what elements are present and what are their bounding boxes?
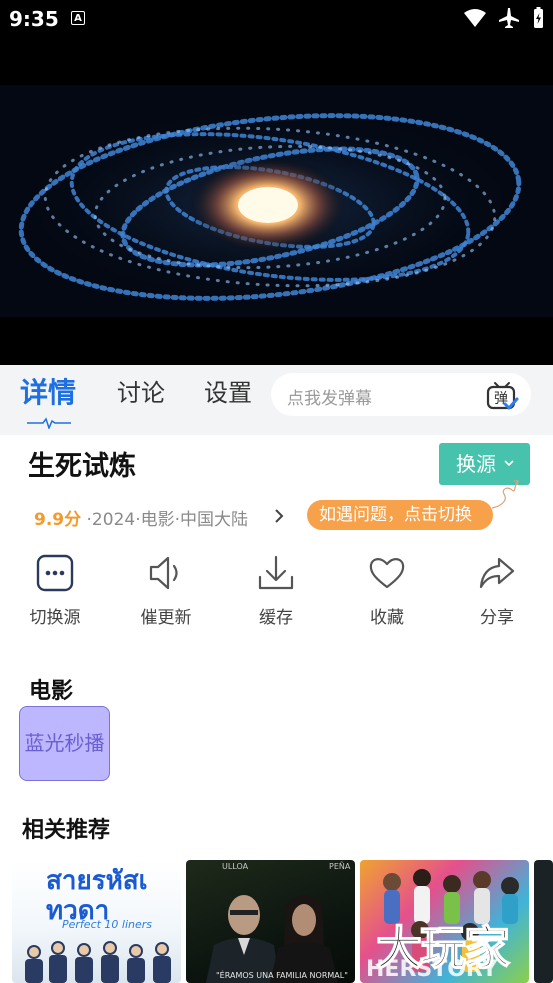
action-label: 缓存 [259, 608, 293, 628]
recommendation-poster[interactable] [534, 860, 553, 983]
curl-arrow-decoration [491, 480, 519, 509]
watermark-overlay: 大玩家 [375, 920, 511, 976]
download-icon [258, 555, 294, 590]
video-player[interactable] [0, 85, 553, 317]
chevron-down-icon [504, 460, 514, 467]
recommendation-poster[interactable]: สายรหัสเทวดา Perfect 10 liners [12, 860, 181, 983]
status-time: 9:35 [9, 7, 59, 31]
switch-tip-text: 如遇问题，点击切换 [319, 505, 472, 525]
action-cache[interactable]: 缓存 [236, 553, 316, 628]
poster-1-subtitle: Perfect 10 liners [62, 918, 153, 931]
danmu-placeholder: 点我发弹幕 [287, 389, 372, 409]
active-tab-indicator [27, 417, 71, 429]
recommendations-heading: 相关推荐 [22, 818, 111, 843]
action-label: 收藏 [370, 608, 404, 628]
movie-title: 生死试炼 [28, 451, 136, 482]
heart-icon [369, 558, 405, 589]
more-icon [36, 554, 74, 592]
video-area[interactable]: 9:35 A [0, 0, 553, 365]
switch-source-label: 换源 [456, 452, 496, 476]
action-label: 催更新 [140, 608, 192, 628]
galaxy-image [0, 85, 553, 317]
action-switch-source[interactable]: 切换源 [15, 553, 95, 628]
meta-info: ·2024·电影·中国大陆 [86, 510, 249, 530]
action-share[interactable]: 分享 [457, 553, 537, 628]
poster-2-art [206, 895, 338, 983]
danmu-toggle-icon[interactable]: 弹 [485, 379, 519, 413]
movie-meta: 9.9分 ·2024·电影·中国大陆 [34, 505, 248, 530]
poster-1-title: สายรหัสเทวดา [46, 866, 148, 926]
action-favorite[interactable]: 收藏 [347, 553, 427, 628]
source-section-heading: 电影 [29, 679, 74, 704]
poster-2-name-right: PEÑA [329, 862, 351, 871]
status-icons [464, 7, 543, 28]
tab-settings[interactable]: 设置 [204, 373, 252, 408]
notification-a-icon: A [71, 11, 85, 25]
rating: 9.9分 [34, 510, 82, 530]
action-label: 切换源 [29, 608, 81, 628]
poster-2-name-left: ULLOA [222, 862, 249, 871]
wifi-icon [464, 9, 486, 27]
tab-discuss[interactable]: 讨论 [117, 373, 165, 408]
danmu-input[interactable]: 点我发弹幕 弹 [271, 373, 531, 416]
source-chip-bluray[interactable]: 蓝光秒播 [19, 706, 110, 781]
share-icon [479, 557, 515, 589]
battery-icon [534, 7, 543, 28]
recommendation-poster[interactable]: ULLOA PEÑA "ÉRAMOS UNA FAMILIA NORMAL" [186, 860, 355, 983]
poster-2-caption: "ÉRAMOS UNA FAMILIA NORMAL" [216, 971, 348, 980]
chevron-right-icon[interactable] [272, 507, 286, 525]
switch-tip-bubble[interactable]: 如遇问题，点击切换 [307, 500, 493, 530]
action-label: 分享 [480, 608, 514, 628]
action-urge-update[interactable]: 催更新 [126, 553, 206, 628]
tab-detail[interactable]: 详情 [20, 371, 76, 411]
speaker-icon [149, 556, 178, 590]
airplane-icon [499, 8, 519, 28]
tab-bar: 详情 讨论 设置 点我发弹幕 弹 [0, 365, 553, 435]
